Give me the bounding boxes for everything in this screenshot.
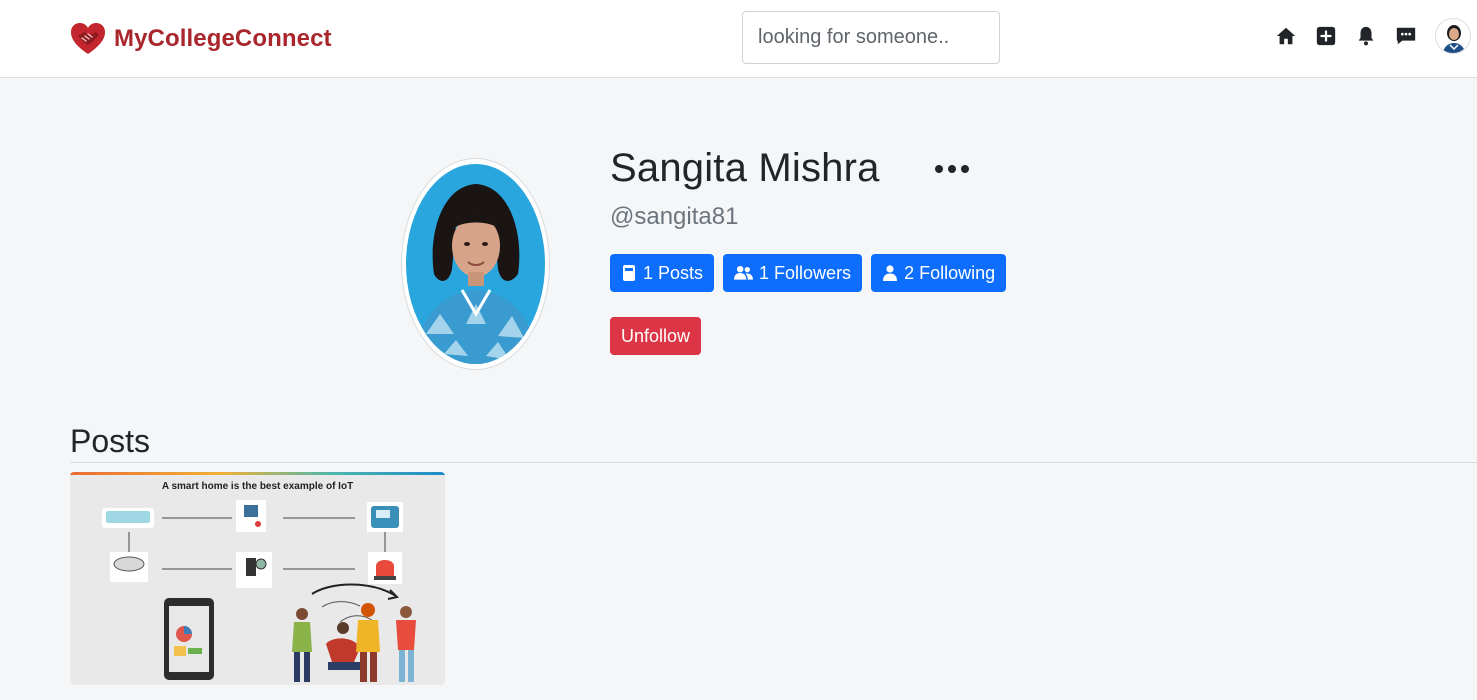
dot-icon xyxy=(961,165,969,173)
posts-heading: Posts xyxy=(70,423,151,459)
handshake-heart-logo-icon xyxy=(71,23,105,54)
add-post-icon[interactable] xyxy=(1312,22,1340,50)
followers-count-label: 1 Followers xyxy=(759,262,852,283)
bell-icon[interactable] xyxy=(1352,22,1380,50)
profile-picture-frame xyxy=(401,158,550,370)
posts-count-label: 1 Posts xyxy=(643,262,704,283)
following-count-button[interactable]: 2 Following xyxy=(871,254,1007,292)
nav-icon-group xyxy=(1272,22,1432,50)
iot-illustration xyxy=(102,500,416,682)
dot-icon xyxy=(935,165,943,173)
brand-name: MyCollegeConnect xyxy=(114,25,332,52)
search-input[interactable] xyxy=(742,11,1000,64)
unfollow-button[interactable]: Unfollow xyxy=(610,317,702,355)
profile-picture xyxy=(406,164,545,364)
user-icon xyxy=(883,265,898,281)
profile-name: Sangita Mishra xyxy=(610,146,880,190)
users-icon xyxy=(734,265,754,280)
home-icon[interactable] xyxy=(1272,22,1300,50)
profile-username: @sangita81 xyxy=(610,203,739,230)
avatar[interactable] xyxy=(1435,18,1471,54)
top-navbar: MyCollegeConnect xyxy=(0,0,1477,78)
followers-count-button[interactable]: 1 Followers xyxy=(723,254,863,292)
divider xyxy=(70,462,1477,463)
messages-icon[interactable] xyxy=(1392,22,1420,50)
post-icon xyxy=(623,265,635,281)
profile-stats: 1 Posts 1 Followers 2 Following xyxy=(610,254,1007,292)
dot-icon xyxy=(948,165,956,173)
post-thumbnail[interactable]: A smart home is the best example of IoT xyxy=(70,472,445,685)
following-count-label: 2 Following xyxy=(904,262,996,283)
brand-link[interactable]: MyCollegeConnect xyxy=(70,22,332,56)
more-options-button[interactable] xyxy=(930,152,974,186)
posts-count-button[interactable]: 1 Posts xyxy=(610,254,715,292)
